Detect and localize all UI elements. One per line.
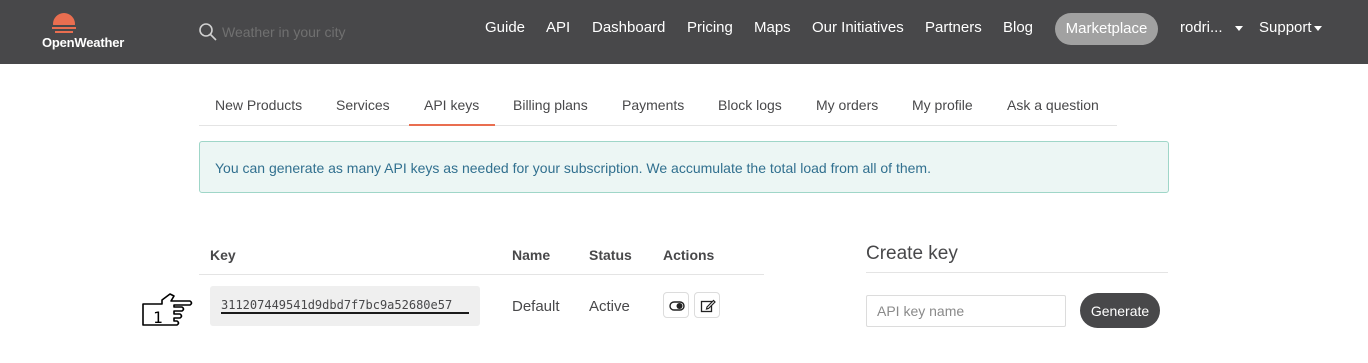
tab-block-logs[interactable]: Block logs	[718, 97, 782, 113]
toggle-key-button[interactable]	[663, 292, 689, 318]
logo-wordmark: OpenWeather	[42, 35, 125, 50]
create-key-title: Create key	[866, 243, 958, 264]
tab-billing-plans[interactable]: Billing plans	[513, 97, 588, 113]
tab-ask-a-question[interactable]: Ask a question	[1007, 97, 1099, 113]
column-header-name: Name	[512, 247, 551, 263]
api-key-status: Active	[589, 298, 630, 315]
create-key-divider	[866, 272, 1168, 273]
nav-dashboard[interactable]: Dashboard	[592, 19, 665, 36]
active-tab-indicator	[409, 124, 495, 126]
column-header-status: Status	[589, 247, 632, 263]
nav-blog[interactable]: Blog	[1003, 19, 1033, 36]
nav-our-initiatives[interactable]: Our Initiatives	[812, 19, 904, 36]
nav-pricing[interactable]: Pricing	[687, 19, 733, 36]
toggle-icon	[669, 301, 685, 311]
nav-partners[interactable]: Partners	[925, 19, 982, 36]
generate-button[interactable]: Generate	[1080, 293, 1160, 328]
search-box	[198, 20, 428, 44]
tab-api-keys[interactable]: API keys	[424, 97, 479, 113]
api-key-name-input[interactable]	[866, 295, 1066, 327]
tab-payments[interactable]: Payments	[622, 97, 684, 113]
chevron-down-icon	[1313, 25, 1322, 31]
api-key-text[interactable]: 311207449541d9dbd7f7bc9a52680e57	[221, 298, 452, 312]
account-tabs: New Products Services API keys Billing p…	[199, 86, 1117, 126]
api-key-name: Default	[512, 298, 560, 315]
info-alert: You can generate as many API keys as nee…	[199, 141, 1169, 193]
support-menu-label: Support	[1259, 19, 1312, 36]
tab-my-orders[interactable]: My orders	[816, 97, 878, 113]
nav-guide[interactable]: Guide	[485, 19, 525, 36]
search-icon[interactable]	[198, 22, 218, 42]
pointing-hand-icon: 1	[142, 293, 193, 327]
table-header-divider	[199, 274, 764, 275]
api-key-underline	[221, 312, 469, 314]
edit-key-button[interactable]	[694, 292, 720, 318]
tab-new-products[interactable]: New Products	[215, 97, 302, 113]
tab-my-profile[interactable]: My profile	[912, 97, 973, 113]
annotation-number: 1	[153, 308, 163, 327]
nav-api[interactable]: API	[546, 19, 570, 36]
support-menu[interactable]: Support	[1259, 19, 1322, 36]
user-menu-label: rodri...	[1180, 19, 1223, 36]
user-menu[interactable]: rodri...	[1180, 19, 1243, 36]
city-search-input[interactable]	[222, 20, 422, 44]
info-alert-text: You can generate as many API keys as nee…	[215, 160, 931, 176]
openweather-logo[interactable]: OpenWeather	[42, 10, 142, 54]
edit-icon	[700, 299, 716, 313]
chevron-down-icon	[1234, 25, 1243, 31]
top-navbar: OpenWeather Guide API Dashboard Pricing …	[0, 0, 1368, 64]
column-header-key: Key	[210, 247, 236, 263]
nav-maps[interactable]: Maps	[754, 19, 791, 36]
nav-marketplace-button[interactable]: Marketplace	[1055, 13, 1158, 45]
column-header-actions: Actions	[663, 247, 715, 263]
api-key-value[interactable]: 311207449541d9dbd7f7bc9a52680e57	[210, 286, 480, 326]
tab-services[interactable]: Services	[336, 97, 390, 113]
